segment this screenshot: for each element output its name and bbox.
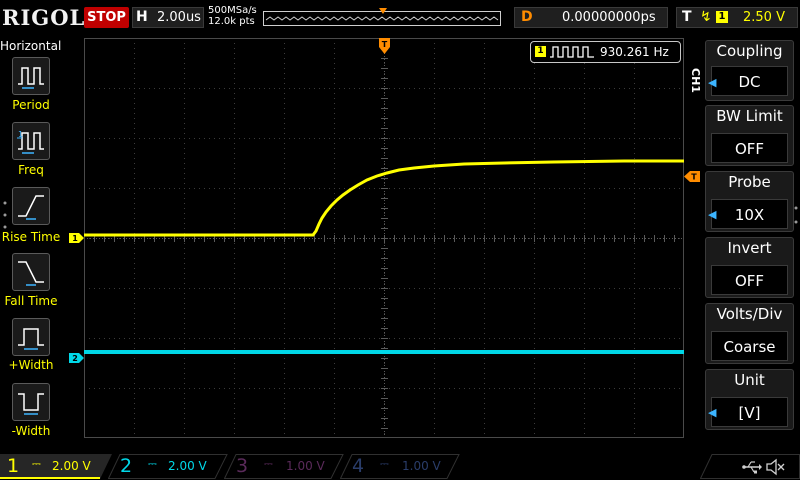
run-stop-status[interactable]: STOP	[84, 7, 129, 28]
waveform-display[interactable]	[84, 38, 684, 438]
fall-time-label: Fall Time	[4, 294, 58, 308]
right-scroll-indicator	[794, 206, 798, 224]
delay-label: D	[521, 9, 533, 25]
ch3-number: 3	[236, 455, 249, 477]
volts-div-value: Coarse	[711, 331, 788, 361]
trigger-source-badge: 1	[716, 11, 728, 23]
ch3-dc-coupling-icon: ⎓	[264, 457, 273, 470]
unit-value: [V]	[711, 397, 788, 427]
trigger-level-marker-label: T	[691, 173, 697, 182]
invert-title: Invert	[727, 239, 772, 257]
trigger-label: T	[682, 9, 692, 25]
ch1-menu-tab[interactable]: CH1	[688, 60, 702, 100]
ch4-dc-coupling-icon: ⎓	[380, 457, 389, 470]
sample-rate: 500MSa/s	[208, 5, 257, 16]
ch1-offset-marker[interactable]: 1	[69, 233, 84, 243]
bw-limit-value: OFF	[711, 133, 788, 163]
coupling-title: Coupling	[716, 42, 783, 60]
pos-width-label: +Width	[8, 358, 54, 372]
rise-time-button[interactable]	[12, 187, 50, 225]
grid-lines	[84, 38, 684, 438]
ch3-scale: 1.00 V	[286, 459, 325, 473]
bw-limit-title: BW Limit	[716, 107, 783, 125]
neg-width-button[interactable]	[12, 383, 50, 421]
usb-icon	[742, 461, 762, 474]
trigger-position-marker[interactable]: T	[379, 38, 390, 54]
rising-edge-icon: ↯	[700, 9, 712, 25]
period-icon	[18, 67, 44, 89]
coupling-arrow-icon: ◀	[708, 76, 717, 89]
square-wave-icon	[550, 46, 594, 58]
ch1-number: 1	[7, 455, 20, 477]
rise-time-icon	[18, 195, 44, 220]
trigger-level-marker[interactable]: T	[684, 171, 700, 182]
ch4-scale: 1.00 V	[402, 459, 441, 473]
timebase-value: 2.00us	[157, 10, 201, 25]
ch2-scale: 2.00 V	[168, 459, 207, 473]
ch2-number: 2	[120, 455, 133, 477]
freq-button[interactable]: 1	[12, 122, 50, 160]
probe-value: 10X	[711, 199, 788, 229]
speaker-muted-icon	[766, 458, 785, 476]
frequency-channel-badge: 1	[535, 46, 546, 57]
ch2-offset-label: 2	[72, 354, 78, 363]
fall-time-button[interactable]	[12, 253, 50, 291]
ch2-offset-marker[interactable]: 2	[69, 353, 84, 363]
unit-arrow-icon: ◀	[708, 406, 717, 419]
freq-label: Freq	[18, 163, 44, 177]
ch1-offset-label: 1	[72, 234, 78, 243]
unit-title: Unit	[734, 371, 765, 389]
invert-value: OFF	[711, 265, 788, 295]
ch1-scale: 2.00 V	[52, 459, 91, 473]
neg-width-label: -Width	[11, 424, 51, 438]
pos-width-button[interactable]	[12, 318, 50, 356]
rise-time-label: Rise Time	[1, 230, 61, 244]
ch4-number: 4	[352, 455, 365, 477]
frequency-value: 930.261 Hz	[600, 45, 669, 59]
neg-width-icon	[18, 393, 44, 415]
probe-title: Probe	[728, 173, 771, 191]
probe-arrow-icon: ◀	[708, 208, 717, 221]
ch2-dc-coupling-icon: ⎓	[148, 457, 157, 470]
delay-value: 0.00000000ps	[562, 10, 656, 25]
left-panel-title: Horizontal	[0, 39, 62, 53]
rigol-logo: RIGOL	[2, 5, 86, 30]
pos-width-icon	[18, 328, 44, 350]
trigger-position-label: T	[382, 40, 388, 49]
memory-waveform-bar	[263, 8, 501, 26]
coupling-value: DC	[711, 66, 788, 96]
period-label: Period	[12, 98, 50, 112]
left-scroll-indicator	[3, 201, 7, 229]
memory-depth: 12.0k pts	[208, 16, 255, 27]
freq-icon: 1	[17, 130, 44, 154]
fall-time-icon	[18, 261, 44, 286]
timebase-label: H	[136, 9, 148, 25]
volts-div-title: Volts/Div	[716, 305, 783, 323]
trigger-level: 2.50 V	[743, 10, 785, 25]
period-button[interactable]	[12, 57, 50, 95]
ch1-dc-coupling-icon: ⎓	[32, 457, 41, 470]
